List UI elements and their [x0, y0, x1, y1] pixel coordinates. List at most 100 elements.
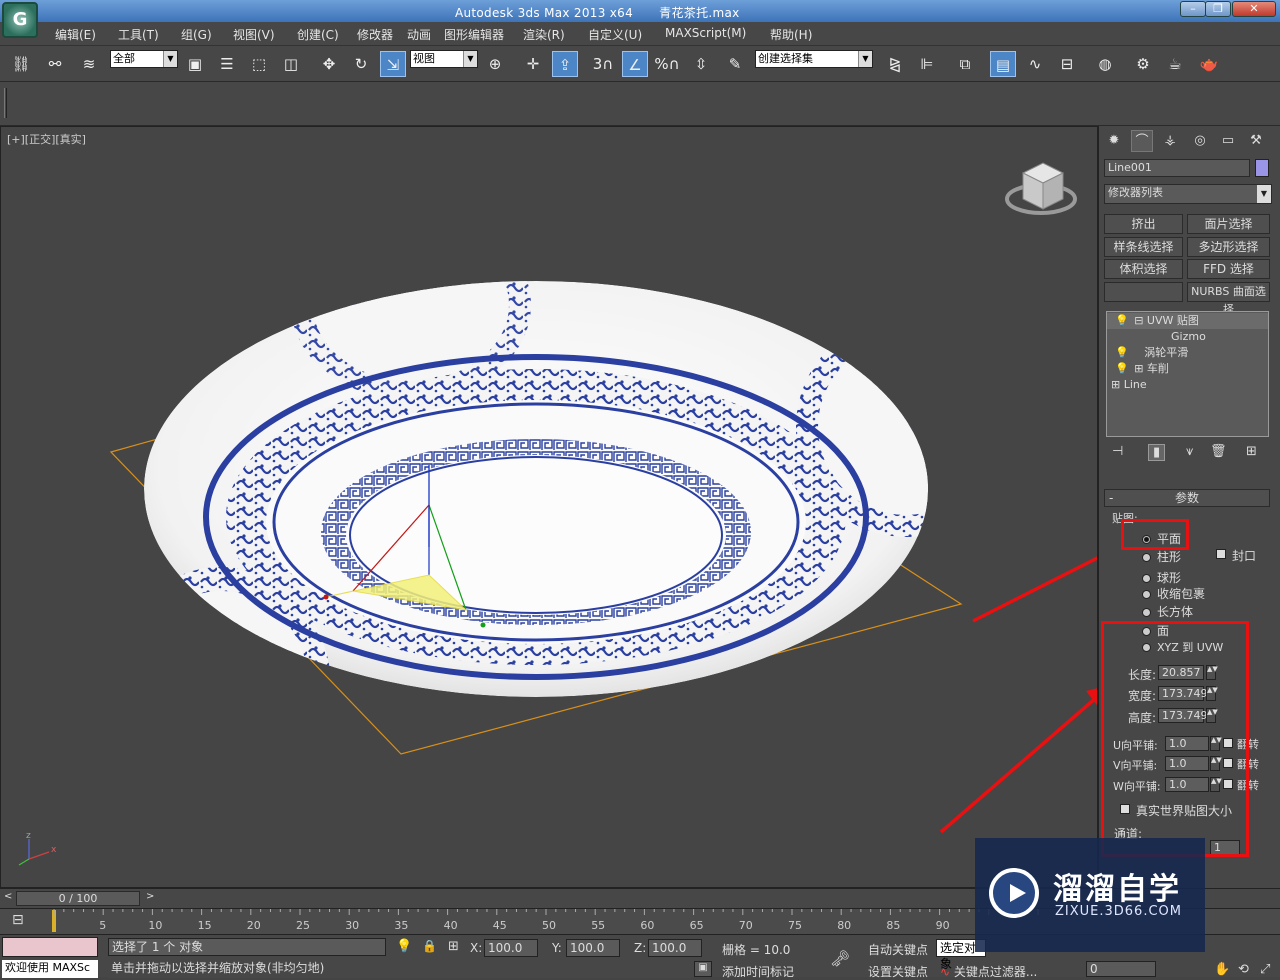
rendered-frame-icon[interactable]: ☕ — [1162, 51, 1188, 77]
nurbs-surface-select-button[interactable]: NURBS 曲面选择 — [1187, 282, 1270, 316]
move-icon[interactable]: ✥ — [316, 51, 342, 77]
bind-space-warp-icon[interactable]: ≋ — [76, 51, 102, 77]
params-rollout-header[interactable]: - 参数 — [1104, 489, 1270, 507]
expand-icon[interactable]: ⊞ — [1134, 362, 1143, 375]
radio-box[interactable]: 长方体 — [1142, 603, 1193, 620]
lightbulb-icon[interactable]: 💡 — [1115, 346, 1129, 359]
minimize-button[interactable]: – — [1180, 1, 1206, 17]
render-production-icon[interactable]: 🫖 — [1196, 51, 1222, 77]
create-tab-icon[interactable]: ✹ — [1103, 130, 1125, 152]
window-crossing-icon[interactable]: ◫ — [278, 51, 304, 77]
menu-graph-editors[interactable]: 图形编辑器 — [444, 26, 504, 43]
menu-views[interactable]: 视图(V) — [233, 26, 275, 43]
pin-stack-icon[interactable]: ⊣ — [1112, 444, 1123, 459]
extrude-button[interactable]: 挤出 — [1104, 214, 1183, 234]
vol-select-button[interactable]: 体积选择 — [1104, 259, 1183, 279]
lock-selection-icon[interactable]: 🔒 — [422, 939, 437, 953]
menu-create[interactable]: 创建(C) — [297, 26, 339, 43]
maximize-viewport-icon[interactable]: ⤢ — [1260, 962, 1270, 977]
auto-key-button[interactable]: 自动关键点 — [868, 941, 928, 958]
named-selection-dropdown[interactable]: 创建选择集 ▼ — [755, 50, 873, 68]
menu-edit[interactable]: 编辑(E) — [55, 26, 96, 43]
remove-modifier-icon[interactable]: 🗑 — [1210, 444, 1227, 459]
set-key-button[interactable]: 设置关键点 — [868, 963, 928, 980]
menu-customize[interactable]: 自定义(U) — [588, 26, 642, 43]
select-manipulate-icon[interactable]: ✛ — [520, 51, 546, 77]
menu-modifiers[interactable]: 修改器 — [357, 26, 393, 43]
poly-select-button[interactable]: 多边形选择 — [1187, 237, 1270, 257]
menu-help[interactable]: 帮助(H) — [770, 26, 812, 43]
ffd-select-button[interactable]: FFD 选择 — [1187, 259, 1270, 279]
spinner-snap-icon[interactable]: ⇳ — [688, 51, 714, 77]
maximize-button[interactable]: ❐ — [1205, 1, 1231, 17]
cap-checkbox[interactable] — [1216, 549, 1226, 559]
current-frame-field[interactable]: 0 — [1086, 961, 1156, 977]
pivot-center-icon[interactable]: ⊕ — [482, 51, 508, 77]
empty-modifier-button[interactable] — [1104, 282, 1183, 302]
display-tab-icon[interactable]: ▭ — [1217, 130, 1239, 152]
scale-icon[interactable]: ⇲ — [380, 51, 406, 77]
snap-3d-icon[interactable]: 3∩ — [590, 51, 616, 77]
menu-maxscript[interactable]: MAXScript(M) — [665, 26, 746, 40]
material-editor-icon[interactable]: ◍ — [1092, 51, 1118, 77]
select-object-icon[interactable]: ▣ — [182, 51, 208, 77]
menu-animation[interactable]: 动画 — [407, 26, 431, 43]
stack-item-lathe[interactable]: 💡 ⊞ 车削 — [1107, 361, 1268, 377]
link-icon[interactable]: ⛓ — [8, 51, 34, 77]
utilities-tab-icon[interactable]: ⚒ — [1245, 130, 1267, 152]
object-color-swatch[interactable] — [1255, 159, 1269, 177]
time-slider-thumb[interactable]: 0 / 100 — [16, 891, 140, 906]
expand-icon[interactable]: ⊞ — [1111, 378, 1120, 391]
maxscript-listener[interactable] — [2, 937, 98, 957]
stack-item-uvw-map[interactable]: 💡 ⊟ UVW 贴图 — [1107, 313, 1268, 329]
lightbulb-icon[interactable]: 💡 — [1115, 362, 1129, 375]
motion-tab-icon[interactable]: ◎ — [1189, 130, 1211, 152]
hierarchy-tab-icon[interactable]: ⚶ — [1159, 130, 1181, 152]
y-coord-field[interactable]: 100.0 — [566, 939, 620, 957]
set-key-icon[interactable]: 🗝 — [830, 949, 850, 968]
stack-item-gizmo[interactable]: Gizmo — [1107, 329, 1268, 345]
viewcube-icon[interactable] — [1005, 162, 1077, 215]
radio-shrink-wrap[interactable]: 收缩包裹 — [1142, 585, 1205, 602]
pan-icon[interactable]: ✋ — [1214, 962, 1230, 977]
layer-manager-icon[interactable]: ⧉ — [952, 51, 978, 77]
angle-snap-icon[interactable]: ∠ — [622, 51, 648, 77]
keyboard-shortcut-icon[interactable]: ⇪ — [552, 51, 578, 77]
modifier-stack[interactable]: 💡 ⊟ UVW 贴图 Gizmo 💡 涡轮平滑 💡 ⊞ 车削 ⊞ Line — [1106, 311, 1269, 437]
close-button[interactable]: ✕ — [1232, 1, 1276, 17]
maxscript-mini-field[interactable]: 欢迎使用 MAXSc — [2, 960, 98, 978]
stack-item-line[interactable]: ⊞ Line — [1107, 377, 1268, 393]
modifier-list-dropdown[interactable]: 修改器列表 ▼ — [1104, 184, 1272, 204]
graphite-ribbon-icon[interactable]: ▤ — [990, 51, 1016, 77]
configure-sets-icon[interactable]: ⊞ — [1246, 444, 1257, 459]
menu-rendering[interactable]: 渲染(R) — [523, 26, 565, 43]
lightbulb-icon[interactable]: 💡 — [1115, 314, 1129, 327]
z-coord-field[interactable]: 100.0 — [648, 939, 702, 957]
radio-cylindrical[interactable]: 柱形 — [1142, 548, 1181, 565]
mirror-icon[interactable]: ⧎ — [882, 51, 908, 77]
viewport-perspective[interactable]: [+][正交][真实] z x — [0, 126, 1098, 888]
ref-coord-dropdown[interactable]: 视图 ▼ — [410, 50, 478, 68]
radio-spherical[interactable]: 球形 — [1142, 569, 1181, 586]
rotate-icon[interactable]: ↻ — [348, 51, 374, 77]
add-time-tag[interactable]: 添加时间标记 — [722, 963, 794, 980]
patch-select-button[interactable]: 面片选择 — [1187, 214, 1270, 234]
absolute-mode-icon[interactable]: ⊞ — [448, 939, 459, 954]
next-frame-icon[interactable]: > — [146, 891, 154, 902]
isolate-icon[interactable]: 💡 — [396, 939, 412, 954]
orbit-icon[interactable]: ⟲ — [1238, 962, 1249, 977]
plate-model[interactable] — [111, 210, 1016, 807]
selection-filter-dropdown[interactable]: 全部 ▼ — [110, 50, 178, 68]
align-icon[interactable]: ⊫ — [914, 51, 940, 77]
show-end-result-icon[interactable]: ▮ — [1148, 444, 1166, 461]
time-tag-icon[interactable]: ▣ — [694, 961, 712, 977]
ribbon-grip[interactable] — [4, 88, 7, 118]
unlink-icon[interactable]: ⚯ — [42, 51, 68, 77]
modify-tab-icon[interactable]: ⌒ — [1131, 130, 1153, 152]
schematic-view-icon[interactable]: ⊟ — [1054, 51, 1080, 77]
menu-tools[interactable]: 工具(T) — [118, 26, 159, 43]
key-filters-button[interactable]: ∿ 关键点过滤器... — [940, 963, 1037, 980]
collapse-icon[interactable]: ⊟ — [1134, 314, 1143, 327]
stack-item-turbosmooth[interactable]: 💡 涡轮平滑 — [1107, 345, 1268, 361]
curve-editor-icon[interactable]: ∿ — [1022, 51, 1048, 77]
